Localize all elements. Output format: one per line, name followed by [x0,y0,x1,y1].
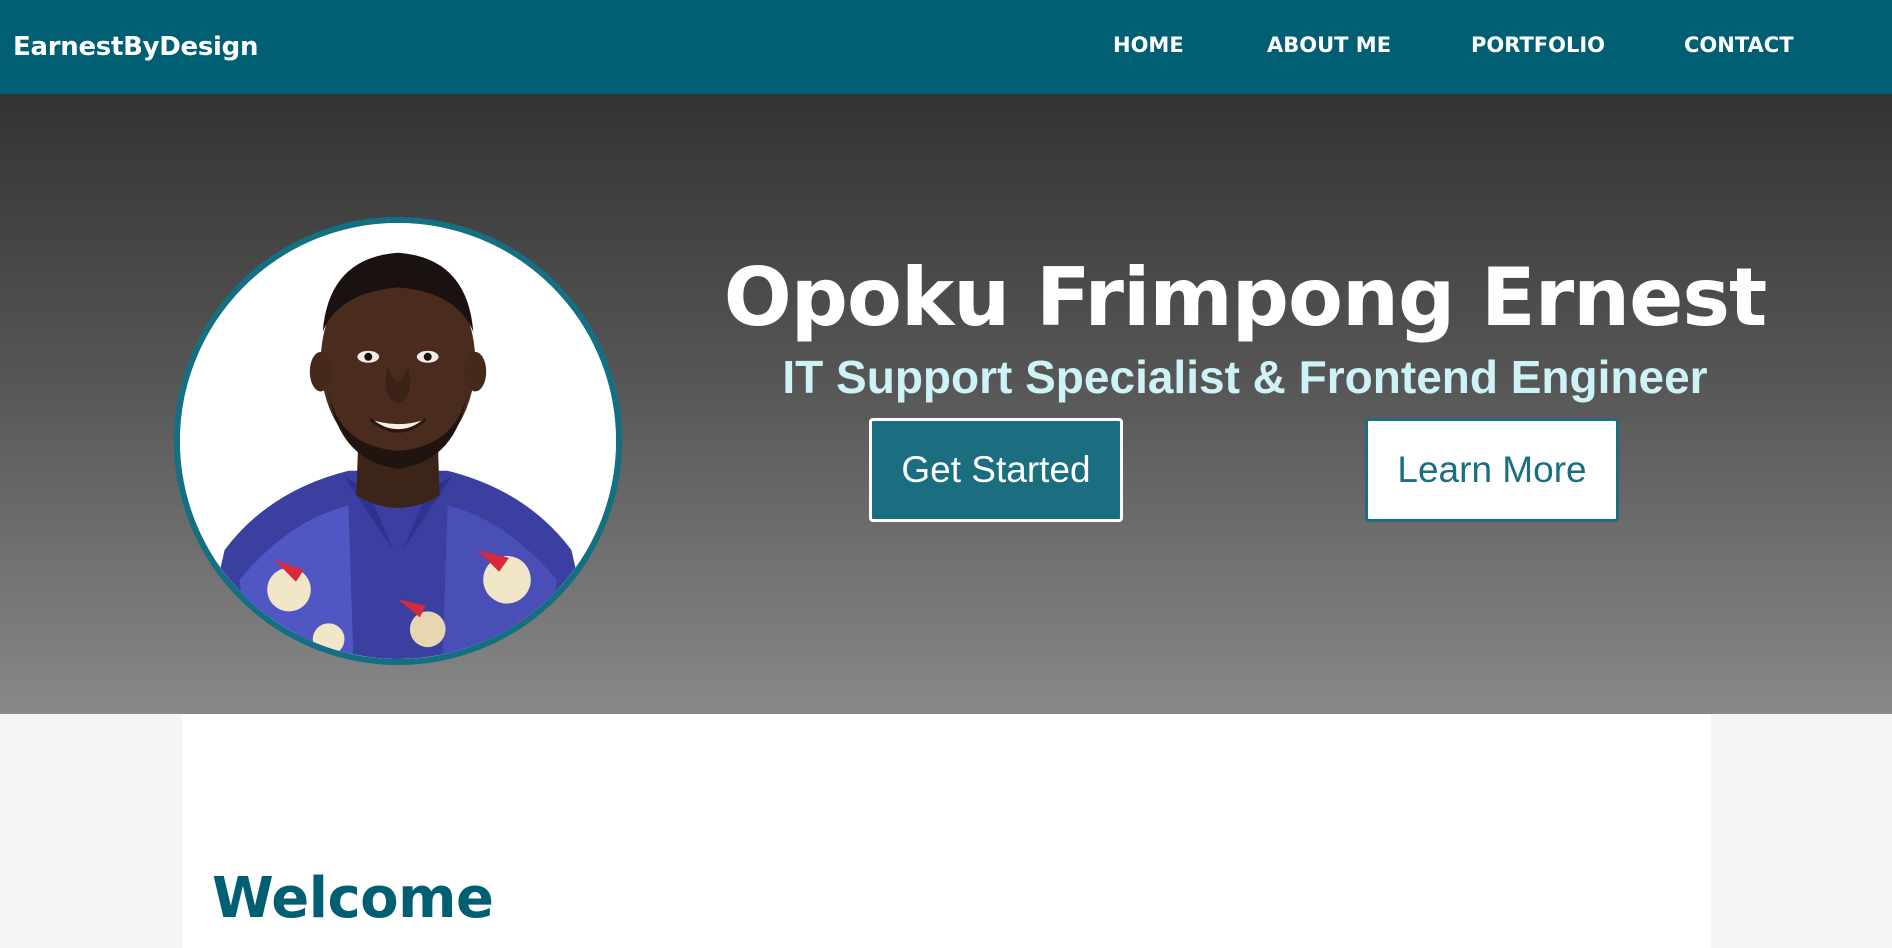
hero-subtitle: IT Support Specialist & Frontend Enginee… [782,351,1708,403]
nav-menu: HOME ABOUT ME PORTFOLIO CONTACT [0,33,1892,63]
profile-photo-illustration [180,223,616,659]
hero-name: Opoku Frimpong Ernest [723,251,1767,344]
nav-link-about-me[interactable]: ABOUT ME [1267,33,1391,57]
welcome-heading: Welcome [212,866,494,931]
hero-section: Opoku Frimpong Ernest IT Support Special… [0,94,1892,714]
navbar: EarnestByDesign HOME ABOUT ME PORTFOLIO … [0,0,1892,94]
profile-photo [174,217,622,665]
nav-link-home[interactable]: HOME [1113,33,1184,57]
learn-more-button[interactable]: Learn More [1365,418,1619,522]
get-started-button[interactable]: Get Started [869,418,1123,522]
nav-link-contact[interactable]: CONTACT [1684,33,1794,57]
content-card: Welcome [182,714,1711,948]
nav-link-portfolio[interactable]: PORTFOLIO [1471,33,1605,57]
